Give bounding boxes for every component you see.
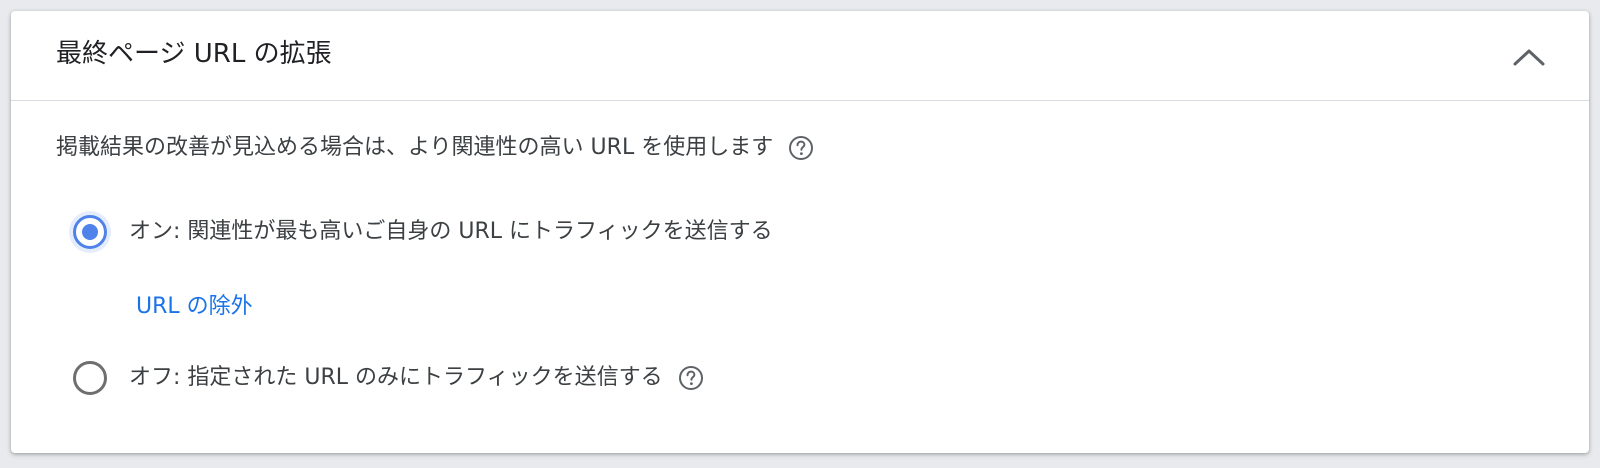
radio-on-button[interactable]	[73, 215, 107, 249]
help-icon[interactable]	[787, 134, 815, 162]
description-text: 掲載結果の改善が見込める場合は、より関連性の高い URL を使用します	[56, 135, 774, 160]
radio-option-on[interactable]: オン: 関連性が最も高いご自身の URL にトラフィックを送信する	[73, 215, 773, 249]
chevron-up-icon	[1513, 49, 1545, 66]
radio-off-button[interactable]	[73, 361, 107, 395]
radio-on-label: オン: 関連性が最も高いご自身の URL にトラフィックを送信する	[129, 219, 773, 244]
radio-off-label: オフ: 指定された URL のみにトラフィックを送信する	[129, 365, 663, 390]
radio-option-off[interactable]: オフ: 指定された URL のみにトラフィックを送信する	[73, 361, 705, 395]
collapse-button[interactable]	[1507, 35, 1551, 79]
section-title: 最終ページ URL の拡張	[56, 39, 332, 69]
card-header[interactable]: 最終ページ URL の拡張	[11, 11, 1589, 101]
final-url-expansion-card: 最終ページ URL の拡張 掲載結果の改善が見込める場合は、より関連性の高い U…	[11, 11, 1589, 453]
description-row: 掲載結果の改善が見込める場合は、より関連性の高い URL を使用します	[56, 132, 815, 164]
help-icon[interactable]	[677, 364, 705, 392]
exclude-url-link[interactable]: URL の除外	[136, 291, 253, 323]
